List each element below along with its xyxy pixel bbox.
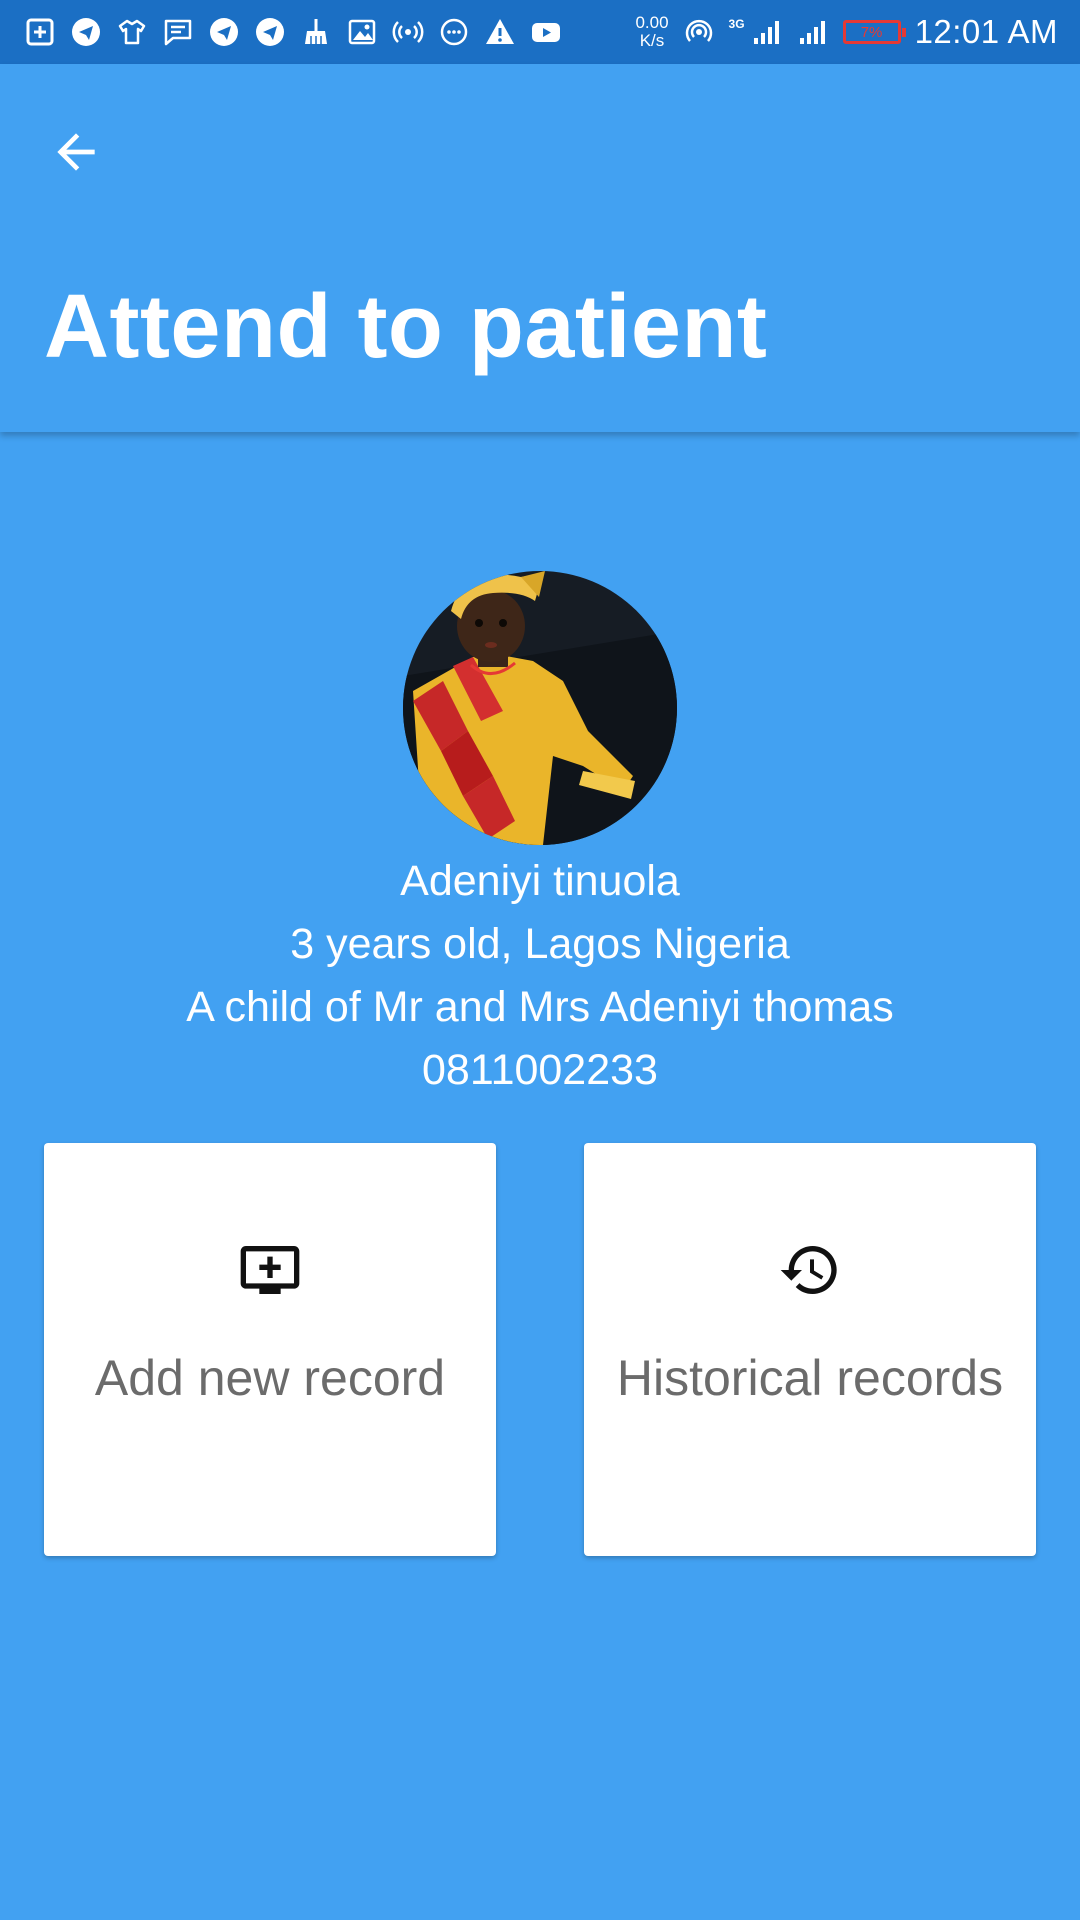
clock: 12:01 AM [914, 13, 1058, 50]
telegram-icon [208, 16, 240, 48]
battery-icon: 7% [842, 20, 906, 44]
warning-icon [484, 16, 516, 48]
app-bar: Attend to patient [0, 64, 1080, 432]
image-icon [346, 16, 378, 48]
patient-guardian: A child of Mr and Mrs Adeniyi thomas [186, 983, 894, 1031]
youtube-icon [530, 16, 562, 48]
add-new-record-card[interactable]: Add new record [44, 1143, 496, 1556]
patient-avatar [403, 571, 677, 845]
history-icon [778, 1238, 842, 1302]
shirt-icon [116, 16, 148, 48]
back-button[interactable] [36, 112, 116, 192]
add-to-queue-icon [238, 1238, 302, 1302]
battery-level: 7% [860, 23, 883, 41]
message-icon [162, 16, 194, 48]
network-speed-value: 0.00 [635, 13, 669, 32]
hotspot-icon [683, 16, 715, 48]
status-bar: 0.00 K/s 3G 7% 12:01 AM [0, 0, 1080, 64]
add-box-icon [24, 16, 56, 48]
network-type-label: 3G [728, 17, 745, 31]
radio-waves-icon [392, 16, 424, 48]
patient-name: Adeniyi tinuola [400, 857, 680, 905]
chat-dots-icon [438, 16, 470, 48]
signal-icon [797, 16, 829, 48]
network-speed: 0.00 K/s [635, 14, 668, 50]
telegram-icon [70, 16, 102, 48]
add-new-record-label: Add new record [94, 1350, 446, 1406]
historical-records-card[interactable]: Historical records [584, 1143, 1036, 1556]
signal-icon [751, 16, 783, 48]
broom-icon [300, 16, 332, 48]
system-indicators: 0.00 K/s 3G 7% 12:01 AM [635, 13, 1080, 51]
notification-icons [0, 16, 562, 48]
historical-records-label: Historical records [616, 1350, 1004, 1406]
arrow-back-icon [57, 133, 95, 171]
network-speed-unit: K/s [639, 31, 665, 50]
telegram-icon [254, 16, 286, 48]
patient-phone: 0811002233 [422, 1046, 658, 1094]
page-title: Attend to patient [44, 277, 768, 377]
patient-age-location: 3 years old, Lagos Nigeria [290, 920, 790, 968]
